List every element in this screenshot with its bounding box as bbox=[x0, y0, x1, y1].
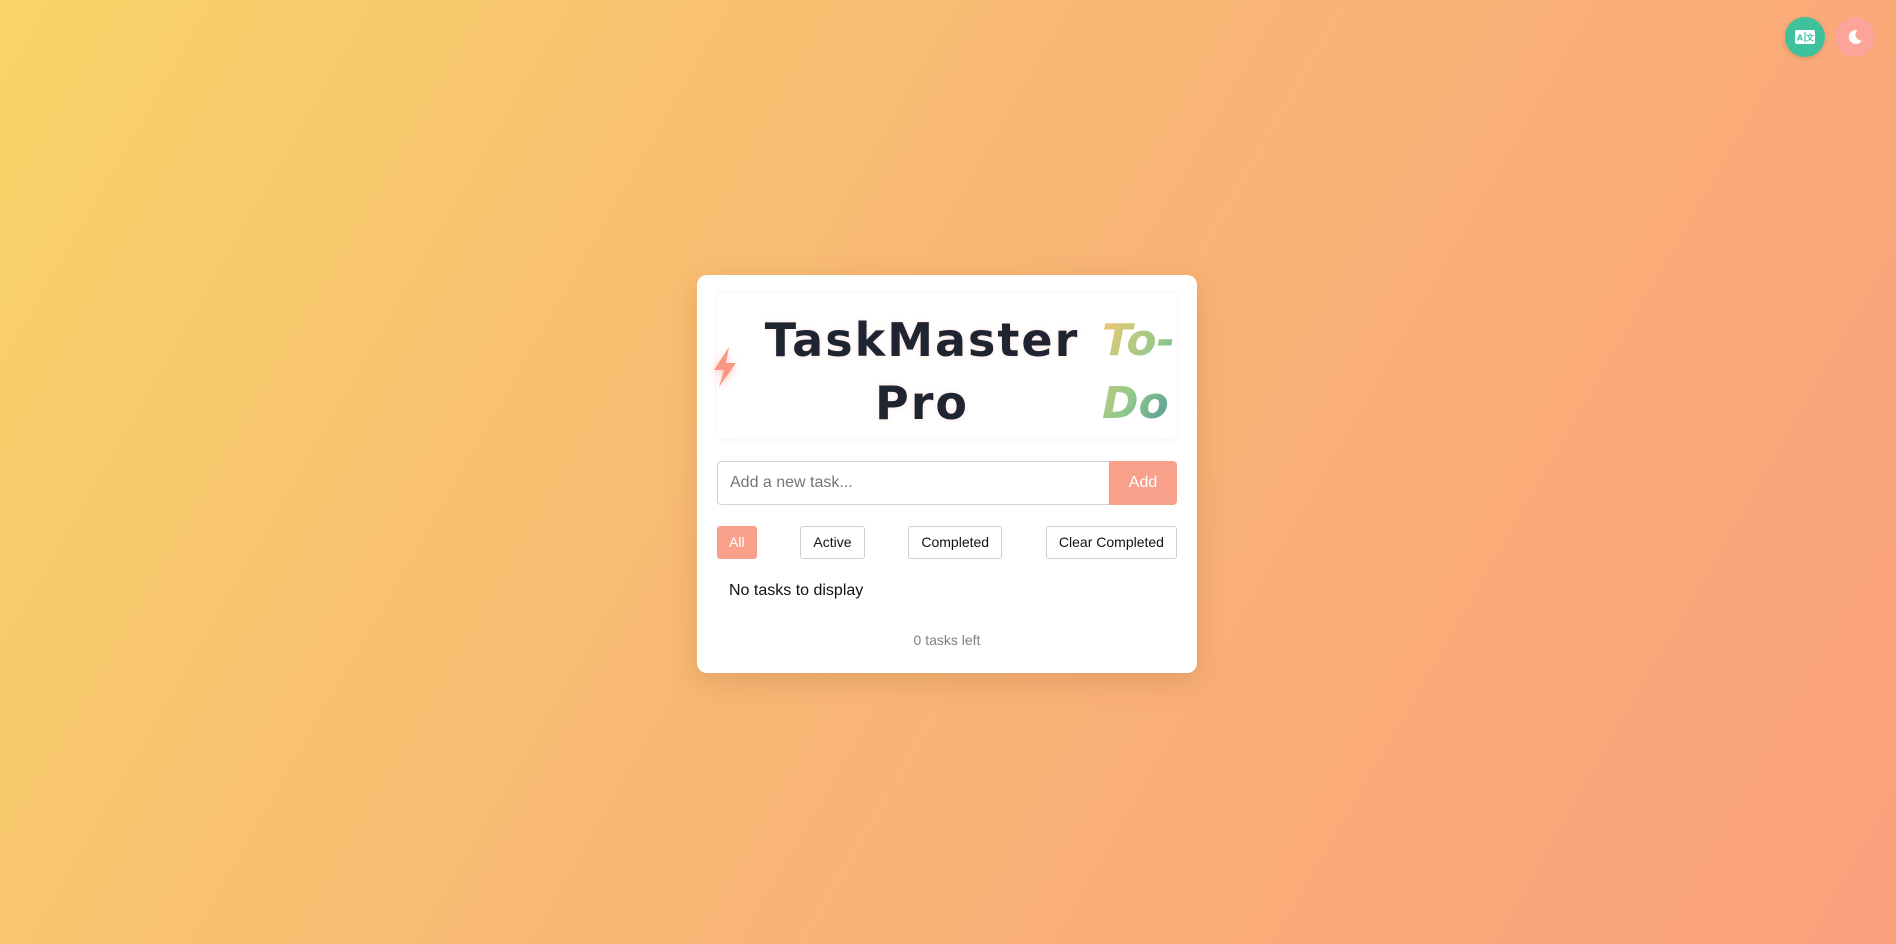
clear-completed-button[interactable]: Clear Completed bbox=[1045, 525, 1177, 559]
empty-list-message: No tasks to display bbox=[729, 582, 864, 599]
new-task-row: Add bbox=[717, 461, 1177, 505]
app-header: TaskMaster Pro To-Do bbox=[714, 293, 1177, 439]
todo-tag: To-Do bbox=[1102, 309, 1202, 435]
tasks-left-count: 0 tasks left bbox=[913, 632, 981, 648]
top-right-controls: A 文 bbox=[1785, 17, 1875, 57]
new-task-input[interactable] bbox=[717, 461, 1109, 505]
filter-active-button[interactable]: Active bbox=[800, 525, 865, 559]
filter-completed-button[interactable]: Completed bbox=[908, 525, 1003, 559]
app-title-line1: TaskMaster bbox=[764, 313, 1080, 367]
app-title: TaskMaster Pro bbox=[752, 309, 1092, 435]
app-title-line2: Pro bbox=[874, 376, 969, 430]
language-card-icon: A 文 bbox=[1795, 30, 1815, 44]
moon-icon bbox=[1848, 29, 1862, 44]
svg-text:A: A bbox=[1797, 34, 1804, 43]
filter-bar: All Active Completed Clear Completed bbox=[717, 525, 1177, 559]
theme-toggle-button[interactable] bbox=[1835, 17, 1875, 57]
svg-text:文: 文 bbox=[1806, 33, 1815, 43]
filter-all-button[interactable]: All bbox=[717, 525, 757, 559]
lightning-bolt-icon bbox=[714, 347, 736, 387]
add-task-button[interactable]: Add bbox=[1109, 461, 1177, 505]
language-toggle-button[interactable]: A 文 bbox=[1785, 17, 1825, 57]
todo-card: TaskMaster Pro To-Do Add All Active Comp… bbox=[697, 275, 1197, 673]
